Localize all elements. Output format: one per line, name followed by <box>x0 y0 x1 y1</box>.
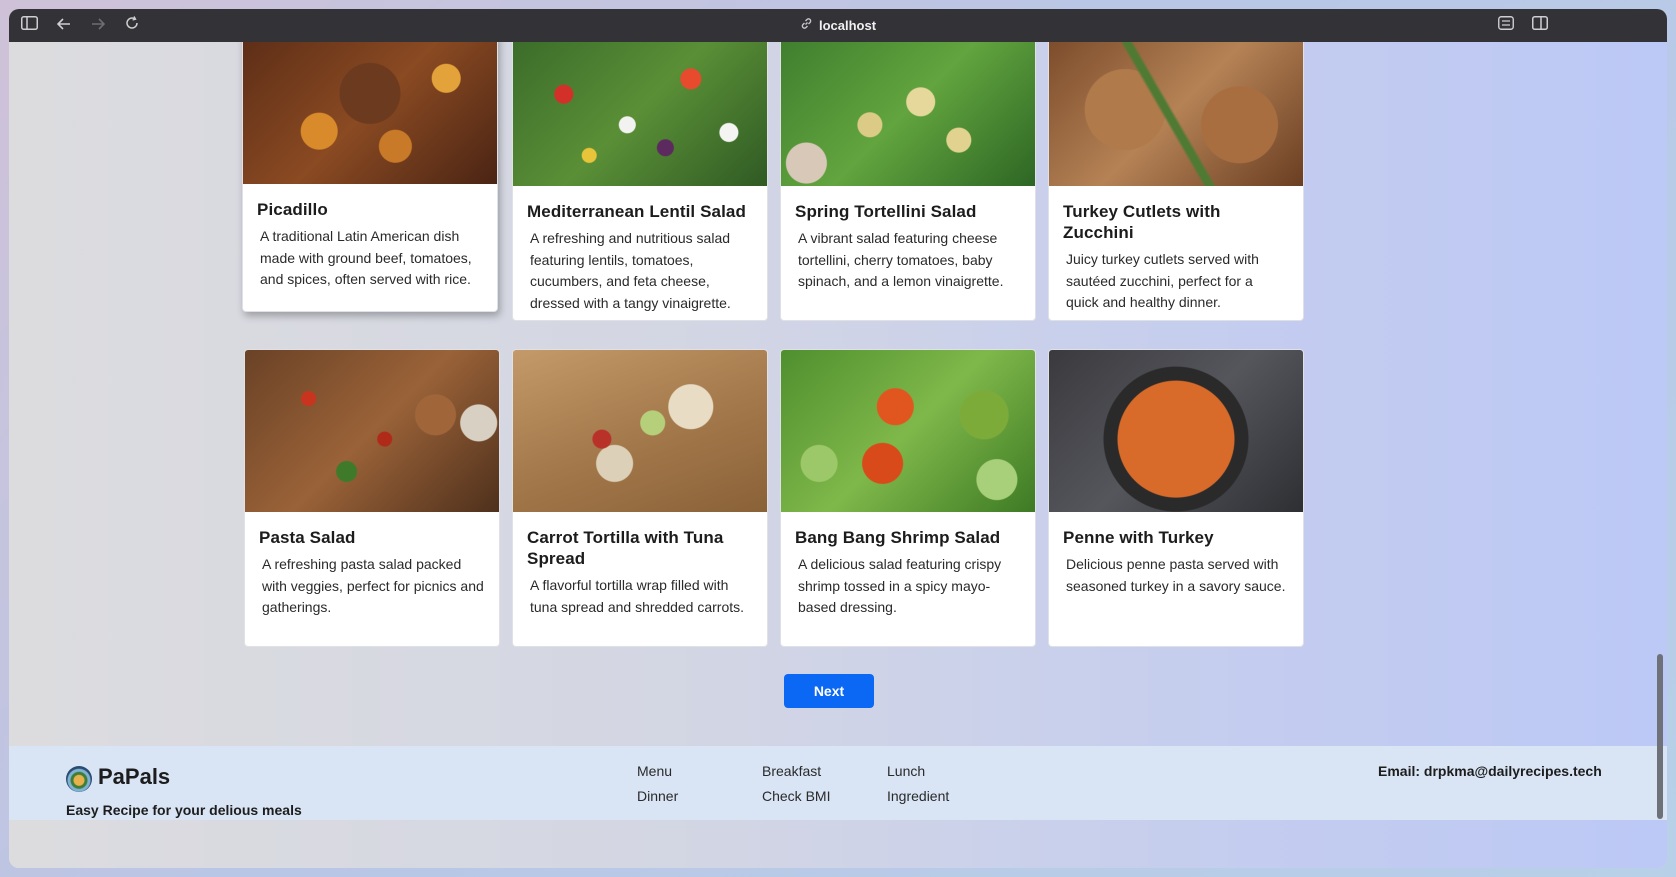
tortellini-salad-photo <box>781 42 1035 186</box>
browser-toolbar: localhost <box>9 9 1667 42</box>
recipe-title: Penne with Turkey <box>1063 528 1214 547</box>
address-bar[interactable]: localhost <box>9 17 1667 33</box>
footer-link-ingredient[interactable]: Ingredient <box>887 788 949 804</box>
recipe-card[interactable]: Mediterranean Lentil Salad A refreshing … <box>512 42 768 321</box>
recipe-title: Spring Tortellini Salad <box>795 202 977 221</box>
shrimp-salad-photo <box>781 350 1035 512</box>
footer-link-dinner[interactable]: Dinner <box>637 788 678 804</box>
recipe-description: Delicious penne pasta served with season… <box>1066 556 1286 594</box>
page-scrollbar[interactable] <box>1657 654 1663 819</box>
recipe-description: A refreshing pasta salad packed with veg… <box>262 556 484 615</box>
split-view-icon[interactable] <box>1529 16 1551 36</box>
recipe-description: A traditional Latin American dish made w… <box>260 228 472 287</box>
site-footer: PaPals Easy Recipe for your delious meal… <box>9 746 1667 820</box>
footer-link-lunch[interactable]: Lunch <box>887 763 925 779</box>
recipe-card[interactable]: Bang Bang Shrimp Salad A delicious salad… <box>780 349 1036 647</box>
next-button[interactable]: Next <box>784 674 874 708</box>
extensions-icon[interactable] <box>1495 16 1517 36</box>
recipe-card[interactable]: Spring Tortellini Salad A vibrant salad … <box>780 42 1036 321</box>
recipe-card[interactable]: Turkey Cutlets with Zucchini Juicy turke… <box>1048 42 1304 321</box>
contact-email: Email: drpkma@dailyrecipes.tech <box>1378 763 1602 779</box>
papals-logo-icon <box>66 766 92 792</box>
recipe-description: A delicious salad featuring crispy shrim… <box>798 556 1002 615</box>
recipe-title: Picadillo <box>257 200 328 219</box>
pasta-salad-photo <box>245 350 499 512</box>
recipe-title: Mediterranean Lentil Salad <box>527 202 746 221</box>
turkey-cutlets-photo <box>1049 42 1303 186</box>
recipe-title: Turkey Cutlets with Zucchini <box>1063 202 1221 242</box>
picadillo-photo <box>243 42 497 184</box>
page-viewport: Picadillo A traditional Latin American d… <box>9 42 1667 868</box>
link-icon <box>800 17 813 33</box>
brand-name: PaPals <box>98 764 171 789</box>
browser-window: localhost Picadillo A traditional Latin … <box>9 9 1667 868</box>
footer-link-menu[interactable]: Menu <box>637 763 672 779</box>
recipe-title: Carrot Tortilla with Tuna Spread <box>527 528 724 568</box>
lentil-salad-photo <box>513 42 767 186</box>
tortilla-wrap-photo <box>513 350 767 512</box>
footer-link-breakfast[interactable]: Breakfast <box>762 763 821 779</box>
footer-link-check-bmi[interactable]: Check BMI <box>762 788 830 804</box>
recipe-title: Bang Bang Shrimp Salad <box>795 528 1001 547</box>
recipe-description: A vibrant salad featuring cheese tortell… <box>798 230 1004 289</box>
recipe-title: Pasta Salad <box>259 528 356 547</box>
url-text: localhost <box>818 18 877 33</box>
recipe-card[interactable]: Picadillo A traditional Latin American d… <box>242 42 498 312</box>
penne-turkey-photo <box>1049 350 1303 512</box>
recipe-card[interactable]: Pasta Salad A refreshing pasta salad pac… <box>244 349 500 647</box>
recipe-description: Juicy turkey cutlets served with sautéed… <box>1066 251 1259 310</box>
recipe-card[interactable]: Carrot Tortilla with Tuna Spread A flavo… <box>512 349 768 647</box>
recipe-description: A flavorful tortilla wrap filled with tu… <box>530 577 745 615</box>
recipe-card[interactable]: Penne with Turkey Delicious penne pasta … <box>1048 349 1304 647</box>
tagline: Easy Recipe for your delious meals <box>66 802 302 818</box>
recipe-description: A refreshing and nutritious salad featur… <box>530 230 731 311</box>
